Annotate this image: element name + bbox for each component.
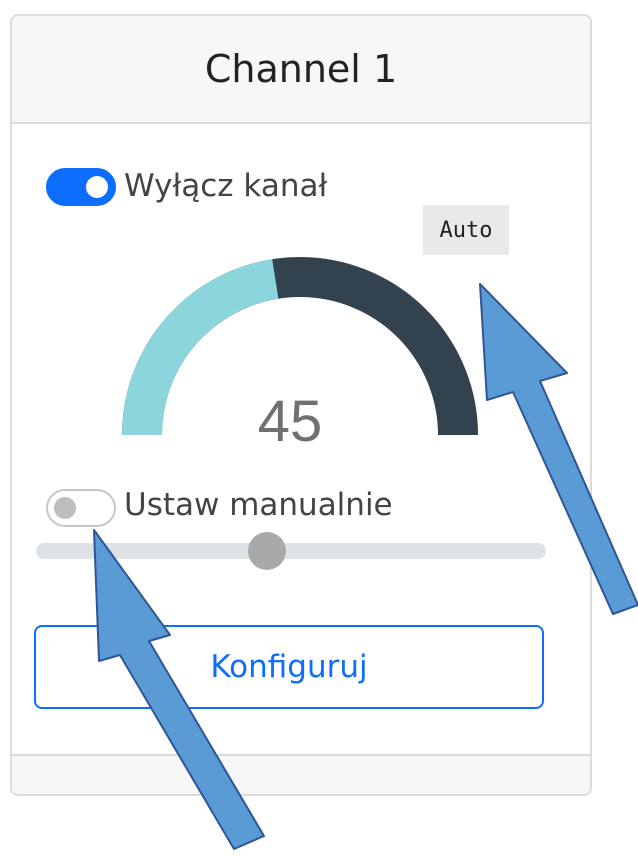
- enable-channel-toggle[interactable]: [46, 168, 116, 206]
- gauge-value: 45: [257, 389, 323, 454]
- screenshot-stage: Channel 1 Wyłącz kanał Auto 45 Ustaw man…: [0, 0, 638, 857]
- card-header: Channel 1: [12, 16, 590, 124]
- manual-level-slider[interactable]: [36, 532, 546, 570]
- enable-channel-label: Wyłącz kanał: [124, 168, 328, 204]
- manual-mode-toggle[interactable]: [46, 489, 116, 527]
- toggle-knob: [86, 176, 108, 198]
- toggle-knob: [54, 497, 76, 519]
- channel-title: Channel 1: [204, 47, 398, 91]
- manual-mode-label: Ustaw manualnie: [124, 487, 393, 523]
- configure-button[interactable]: Konfiguruj: [34, 625, 544, 709]
- card-footer: [12, 754, 590, 794]
